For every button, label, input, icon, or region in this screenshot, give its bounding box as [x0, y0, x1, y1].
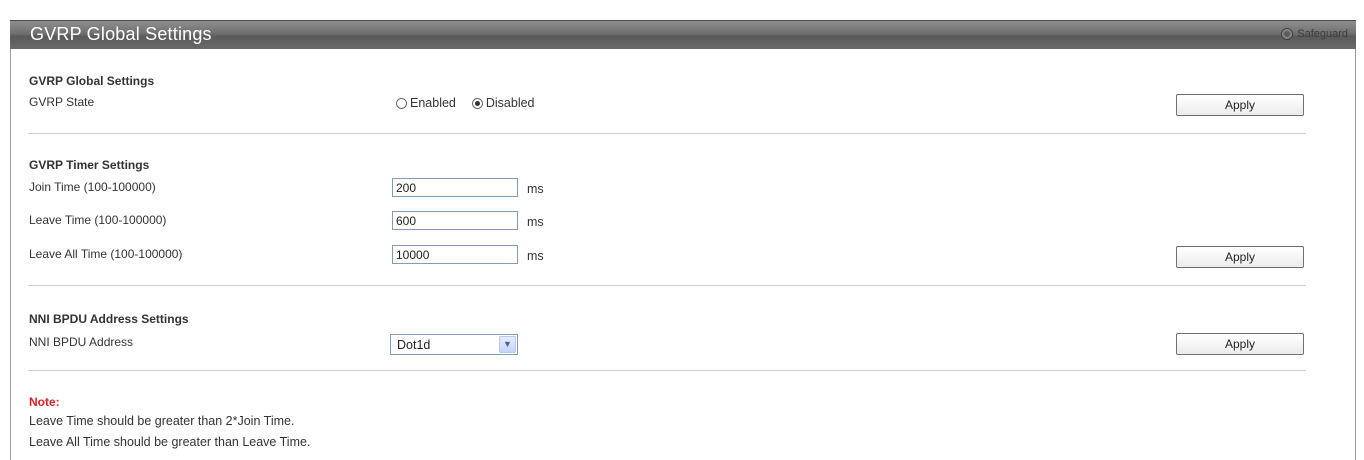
join-time-label: Join Time (100-100000) — [29, 180, 156, 194]
note-line: Leave Time should be greater than 2*Join… — [29, 414, 295, 428]
timer-apply-button[interactable]: Apply — [1176, 246, 1304, 268]
leave-all-time-unit: ms — [527, 249, 544, 263]
section-divider — [28, 285, 1306, 286]
disabled-radio[interactable] — [471, 97, 483, 109]
nni-apply-button[interactable]: Apply — [1176, 333, 1304, 355]
enabled-radio-label[interactable]: Enabled — [410, 96, 456, 110]
safeguard-label: Safeguard — [1297, 28, 1348, 40]
gvrp-state-label: GVRP State — [29, 95, 95, 109]
disabled-radio-label[interactable]: Disabled — [486, 96, 535, 110]
title-bar: GVRP Global Settings Safeguard — [10, 20, 1356, 49]
section-divider — [28, 133, 1306, 134]
gvrp-state-radio-group: Enabled Disabled — [396, 96, 535, 110]
leave-time-input[interactable] — [392, 211, 518, 230]
nni-bpdu-address-label: NNI BPDU Address — [29, 335, 134, 349]
nni-bpdu-address-select[interactable]: Dot1d ▼ — [390, 334, 518, 355]
safeguard-indicator[interactable]: Safeguard — [1281, 28, 1348, 40]
enabled-radio[interactable] — [396, 97, 407, 109]
leave-time-unit: ms — [527, 215, 544, 229]
safeguard-status-icon — [1281, 28, 1294, 40]
note-title: Note: — [29, 395, 60, 409]
global-apply-button[interactable]: Apply — [1176, 94, 1304, 116]
leave-time-label: Leave Time (100-100000) — [29, 213, 167, 227]
join-time-input[interactable] — [392, 178, 518, 197]
global-section-title: GVRP Global Settings — [29, 74, 155, 88]
leave-all-time-label: Leave All Time (100-100000) — [29, 247, 183, 261]
section-divider — [28, 370, 1306, 371]
nni-bpdu-address-value: Dot1d — [397, 338, 431, 352]
timer-section-title: GVRP Timer Settings — [29, 158, 150, 172]
page-title: GVRP Global Settings — [30, 24, 212, 44]
note-line: Leave All Time should be greater than Le… — [29, 435, 311, 449]
settings-panel — [10, 20, 1356, 460]
chevron-down-icon[interactable]: ▼ — [499, 336, 516, 353]
leave-all-time-input[interactable] — [392, 245, 518, 264]
nni-section-title: NNI BPDU Address Settings — [29, 312, 189, 326]
join-time-unit: ms — [527, 182, 544, 196]
